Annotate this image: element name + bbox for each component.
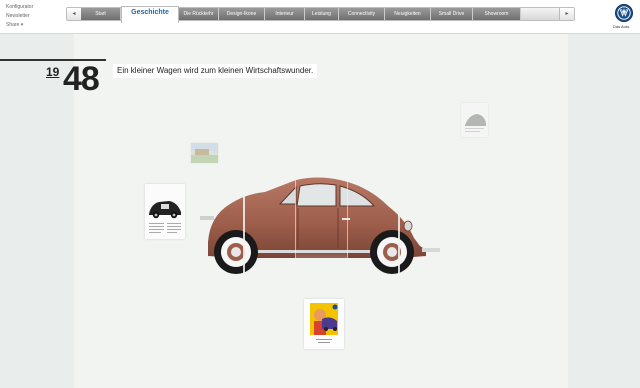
era-headline: Ein kleiner Wagen wird zum kleinen Wirts…	[113, 64, 318, 78]
year-prefix: 19	[46, 65, 60, 79]
main-tab-navigation: ◂ Start Geschichte Die Rückkehr Design-Ikon…	[66, 6, 575, 23]
share-link[interactable]: Share ▾	[6, 21, 33, 30]
tab-geschichte[interactable]: Geschichte	[121, 6, 179, 23]
tab-leistung[interactable]: Leistung	[305, 8, 339, 20]
tab-die-rückkehr[interactable]: Die Rückkehr	[179, 8, 219, 20]
tab-start[interactable]: Start	[81, 8, 121, 20]
konfigurator-link[interactable]: Konfigurator	[6, 3, 33, 12]
nav-next-arrow-icon[interactable]: ▸	[559, 8, 574, 20]
newsletter-link[interactable]: Newsletter	[6, 12, 33, 21]
tab-strip: Start Geschichte Die Rückkehr Design-Ikone I…	[81, 6, 560, 23]
tab-interieur[interactable]: Interieur	[265, 8, 305, 20]
utility-links: Konfigurator Newsletter Share ▾	[6, 3, 33, 30]
share-link-label: Share	[6, 22, 20, 28]
image-fade-overlay	[295, 250, 348, 290]
tab-connectivity[interactable]: Connectivity	[339, 8, 385, 20]
archive-photo-thumbnail[interactable]	[461, 103, 488, 137]
vw-logo-icon[interactable]	[615, 4, 633, 22]
brand-tagline: Das Auto.	[613, 24, 631, 29]
vintage-ad-thumbnail[interactable]	[145, 184, 185, 239]
tab-design-ikone[interactable]: Design-Ikone	[219, 8, 265, 20]
year-suffix: 48	[63, 60, 100, 98]
tab-neuigkeiten[interactable]: Neuigkeiten	[385, 8, 431, 20]
nav-prev-arrow-icon[interactable]: ◂	[67, 8, 82, 20]
landscape-photo-thumbnail[interactable]	[191, 143, 218, 163]
illustrated-poster-thumbnail[interactable]	[304, 299, 344, 349]
share-dropdown-icon: ▾	[20, 22, 24, 28]
tab-small-drive[interactable]: Small Drive	[431, 8, 473, 20]
tab-showroom[interactable]: Showroom	[473, 8, 521, 20]
top-navigation-bar: Konfigurator Newsletter Share ▾ ◂ Start G…	[0, 0, 640, 34]
